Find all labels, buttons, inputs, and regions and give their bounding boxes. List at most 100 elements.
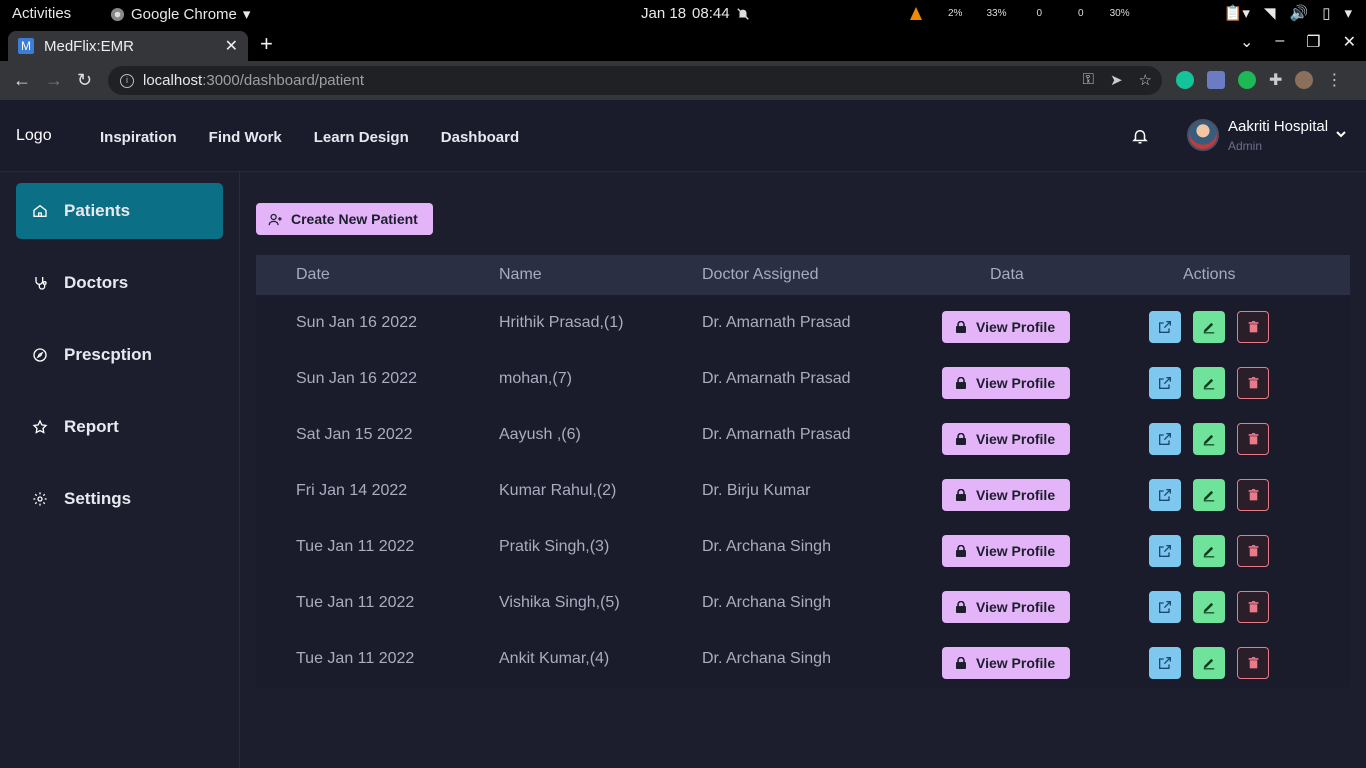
forward-arrow-icon[interactable]: → (45, 70, 63, 91)
edit-button[interactable] (1193, 423, 1225, 455)
menu-icon[interactable]: ⋮ (1326, 70, 1342, 90)
row-date: Tue Jan 11 2022 (296, 594, 415, 611)
key-icon[interactable]: ⚿ (1083, 71, 1094, 89)
user-role: Admin (1228, 139, 1263, 153)
back-arrow-icon[interactable]: ← (13, 70, 31, 91)
sidebar-item-patients[interactable]: Patients (16, 183, 223, 239)
address-bar[interactable]: i localhost:3000/dashboard/patient ⚿ ➤ ☆ (108, 66, 1162, 95)
row-date: Fri Jan 14 2022 (296, 482, 408, 499)
row-date: Sat Jan 15 2022 (296, 426, 413, 443)
open-button[interactable] (1149, 311, 1181, 343)
view-profile-button[interactable]: View Profile (942, 311, 1070, 343)
view-profile-button[interactable]: View Profile (942, 367, 1070, 399)
info-icon[interactable]: i (120, 73, 134, 88)
pencil-icon (1203, 658, 1215, 670)
browser-tab[interactable]: M MedFlix:EMR ✕ (8, 31, 248, 61)
sidebar-item-prescription[interactable]: Prescption (16, 327, 223, 383)
external-link-icon (1159, 321, 1171, 333)
edit-button[interactable] (1193, 535, 1225, 567)
open-button[interactable] (1149, 647, 1181, 679)
activities-button[interactable]: Activities (12, 5, 71, 22)
minimize-button[interactable]: – (1275, 32, 1284, 52)
create-new-patient-button[interactable]: Create New Patient (256, 203, 433, 235)
sidebar-item-settings[interactable]: Settings (16, 471, 223, 527)
chevron-down-icon: ▾ (242, 6, 251, 23)
star-icon[interactable]: ☆ (1139, 71, 1152, 89)
vlc-icon (910, 6, 922, 20)
view-profile-button[interactable]: View Profile (942, 423, 1070, 455)
tab-title: MedFlix:EMR (44, 37, 135, 55)
delete-button[interactable] (1237, 311, 1269, 343)
open-button[interactable] (1149, 479, 1181, 511)
new-tab-button[interactable]: + (260, 31, 273, 57)
lock-icon (956, 377, 966, 389)
view-profile-button[interactable]: View Profile (942, 479, 1070, 511)
column-header-date[interactable]: Date (296, 266, 330, 284)
delete-button[interactable] (1237, 591, 1269, 623)
delete-button[interactable] (1237, 647, 1269, 679)
edit-button[interactable] (1193, 367, 1225, 399)
delete-button[interactable] (1237, 367, 1269, 399)
edit-button[interactable] (1193, 591, 1225, 623)
row-date: Sun Jan 16 2022 (296, 314, 417, 331)
edit-button[interactable] (1193, 647, 1225, 679)
edit-button[interactable] (1193, 311, 1225, 343)
shield-icon[interactable] (1207, 71, 1225, 89)
open-button[interactable] (1149, 367, 1181, 399)
delete-button[interactable] (1237, 479, 1269, 511)
system-tray[interactable]: 📋▾ ◥ 🔊 ▯ ▾ (1224, 4, 1352, 22)
row-doctor: Dr. Archana Singh (702, 594, 831, 611)
record-icon[interactable] (1238, 71, 1256, 89)
lock-icon (956, 489, 966, 501)
maximize-button[interactable]: ❐ (1306, 32, 1320, 52)
row-date: Tue Jan 11 2022 (296, 538, 415, 555)
sidebar-item-label: Doctors (64, 273, 129, 292)
avatar[interactable] (1187, 119, 1219, 151)
grammarly-icon[interactable] (1176, 71, 1194, 89)
nav-learn-design[interactable]: Learn Design (314, 129, 409, 146)
trash-icon (1248, 321, 1258, 333)
view-profile-button[interactable]: View Profile (942, 535, 1070, 567)
pencil-icon (1203, 434, 1215, 446)
volume-icon: 🔊 (1289, 5, 1309, 22)
delete-button[interactable] (1237, 535, 1269, 567)
sidebar-item-doctors[interactable]: Doctors (16, 255, 223, 311)
close-window-button[interactable]: ✕ (1343, 32, 1356, 52)
view-profile-button[interactable]: View Profile (942, 591, 1070, 623)
profile-avatar[interactable] (1295, 71, 1314, 89)
user-info[interactable]: Aakriti Hospital Admin (1228, 118, 1328, 153)
sidebar-item-report[interactable]: Report (16, 399, 223, 455)
nav-dashboard[interactable]: Dashboard (441, 129, 519, 146)
cpu-stat: 2% (948, 8, 963, 19)
logo[interactable]: Logo (16, 127, 52, 145)
open-button[interactable] (1149, 423, 1181, 455)
column-header-doctor[interactable]: Doctor Assigned (702, 266, 819, 284)
view-profile-button[interactable]: View Profile (942, 647, 1070, 679)
column-header-data[interactable]: Data (990, 266, 1024, 284)
edit-button[interactable] (1193, 479, 1225, 511)
puzzle-icon[interactable]: ✚ (1269, 70, 1282, 90)
app-menu[interactable]: Google Chrome ▾ (110, 5, 250, 23)
row-doctor: Dr. Amarnath Prasad (702, 370, 851, 387)
tab-search-icon[interactable]: ⌄ (1240, 32, 1253, 52)
clock[interactable]: Jan 18 08:44 (641, 5, 750, 22)
clipboard-icon[interactable]: 📋▾ (1224, 4, 1250, 22)
delete-button[interactable] (1237, 423, 1269, 455)
column-header-name[interactable]: Name (499, 266, 542, 284)
nav-inspiration[interactable]: Inspiration (100, 129, 177, 146)
row-doctor: Dr. Birju Kumar (702, 482, 811, 499)
column-header-actions[interactable]: Actions (1183, 266, 1235, 284)
row-name: Pratik Singh,(3) (499, 538, 610, 555)
sidebar-item-label: Prescption (64, 345, 152, 364)
reload-icon[interactable]: ↻ (77, 70, 92, 91)
view-profile-label: View Profile (976, 543, 1056, 559)
open-button[interactable] (1149, 535, 1181, 567)
nav-find-work[interactable]: Find Work (209, 129, 282, 146)
chevron-down-icon: ▾ (1344, 5, 1352, 22)
bell-icon[interactable] (1131, 127, 1149, 145)
pencil-icon (1203, 546, 1215, 558)
chevron-down-icon[interactable] (1335, 128, 1347, 140)
send-icon[interactable]: ➤ (1110, 71, 1123, 89)
open-button[interactable] (1149, 591, 1181, 623)
close-icon[interactable]: ✕ (225, 36, 238, 56)
